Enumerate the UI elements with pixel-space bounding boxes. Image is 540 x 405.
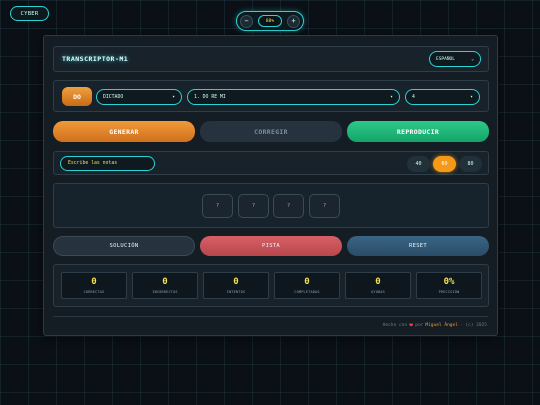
mode-value: DICTADO bbox=[103, 94, 124, 100]
footer-year: · (c) 2025 bbox=[459, 322, 487, 328]
hint-button[interactable]: PISTA bbox=[200, 236, 342, 256]
zoom-control: − 88% + bbox=[236, 11, 304, 31]
stat-value: 0 bbox=[233, 276, 239, 287]
note-slot[interactable]: ? bbox=[202, 194, 233, 218]
notes-input-row: Escribe las notas 40 60 80 bbox=[53, 151, 489, 175]
chevron-down-icon: ▾ bbox=[390, 94, 393, 100]
stat-precision: 0% PRECISIÓN bbox=[416, 272, 482, 299]
chevron-down-icon: ⌄ bbox=[471, 56, 474, 62]
app-title: TRANSCRIPTOR-M1 bbox=[62, 55, 129, 63]
note-slot[interactable]: ? bbox=[238, 194, 269, 218]
play-button[interactable]: REPRODUCIR bbox=[347, 121, 489, 142]
stat-label: PRECISIÓN bbox=[438, 289, 460, 294]
exercise-value: 1. DO RE MI bbox=[194, 94, 226, 100]
generate-button[interactable]: GENERAR bbox=[53, 121, 195, 142]
current-note-badge: DO bbox=[62, 87, 92, 106]
main-panel: TRANSCRIPTOR-M1 ESPAÑOL ⌄ DO DICTADO ▾ 1… bbox=[43, 35, 498, 336]
correct-button[interactable]: CORREGIR bbox=[200, 121, 342, 142]
footer-author: Miguel Ángel bbox=[425, 322, 458, 328]
notes-input[interactable]: Escribe las notas bbox=[60, 156, 155, 171]
zoom-in-button[interactable]: + bbox=[287, 14, 300, 28]
stat-hints: 0 AYUDAS bbox=[345, 272, 411, 299]
stat-correct: 0 CORRECTAS bbox=[61, 272, 127, 299]
note-slot[interactable]: ? bbox=[309, 194, 340, 218]
language-select[interactable]: ESPAÑOL ⌄ bbox=[429, 51, 481, 67]
chevron-down-icon: ▾ bbox=[470, 94, 473, 100]
stat-label: AYUDAS bbox=[371, 289, 385, 294]
title-bar: TRANSCRIPTOR-M1 ESPAÑOL ⌄ bbox=[53, 46, 489, 72]
note-count-value: 4 bbox=[412, 94, 415, 100]
heart-icon: ❤ bbox=[409, 321, 414, 329]
stat-label: INCORRECTAS bbox=[152, 289, 178, 294]
footer-divider bbox=[53, 316, 488, 317]
stat-value: 0 bbox=[304, 276, 310, 287]
footer-by: por bbox=[415, 322, 424, 328]
zoom-out-button[interactable]: − bbox=[240, 14, 253, 28]
stat-label: INTENTOS bbox=[226, 289, 246, 294]
solution-button[interactable]: SOLUCIÓN bbox=[53, 236, 195, 256]
stat-completed: 0 COMPLETADAS bbox=[274, 272, 340, 299]
tempo-option[interactable]: 60 bbox=[433, 156, 456, 172]
stat-value: 0 bbox=[375, 276, 381, 287]
footer: Hecho con ❤ por Miguel Ángel · (c) 2025 bbox=[383, 321, 487, 329]
footer-made-with: Hecho con bbox=[382, 322, 408, 328]
reset-button[interactable]: RESET bbox=[347, 236, 489, 256]
zoom-level: 88% bbox=[258, 15, 282, 27]
stat-value: 0 bbox=[91, 276, 97, 287]
stat-label: CORRECTAS bbox=[83, 289, 105, 294]
settings-row: DO DICTADO ▾ 1. DO RE MI ▾ 4 ▾ bbox=[53, 80, 489, 112]
cyber-theme-button[interactable]: CYBER bbox=[10, 6, 49, 21]
stat-incorrect: 0 INCORRECTAS bbox=[132, 272, 198, 299]
stat-label: COMPLETADAS bbox=[294, 289, 320, 294]
exercise-select[interactable]: 1. DO RE MI ▾ bbox=[187, 89, 400, 105]
stat-value: 0% bbox=[443, 276, 455, 287]
stat-value: 0 bbox=[162, 276, 168, 287]
tempo-option[interactable]: 80 bbox=[459, 156, 482, 172]
chevron-down-icon: ▾ bbox=[172, 94, 175, 100]
language-value: ESPAÑOL bbox=[436, 56, 455, 62]
note-slots: ? ? ? ? bbox=[53, 183, 489, 228]
mode-select[interactable]: DICTADO ▾ bbox=[96, 89, 182, 105]
tempo-option[interactable]: 40 bbox=[407, 156, 430, 172]
stat-attempts: 0 INTENTOS bbox=[203, 272, 269, 299]
stats-panel: 0 CORRECTAS 0 INCORRECTAS 0 INTENTOS 0 C… bbox=[53, 264, 489, 307]
note-count-select[interactable]: 4 ▾ bbox=[405, 89, 480, 105]
note-slot[interactable]: ? bbox=[273, 194, 304, 218]
cyber-theme-label: CYBER bbox=[20, 10, 39, 17]
